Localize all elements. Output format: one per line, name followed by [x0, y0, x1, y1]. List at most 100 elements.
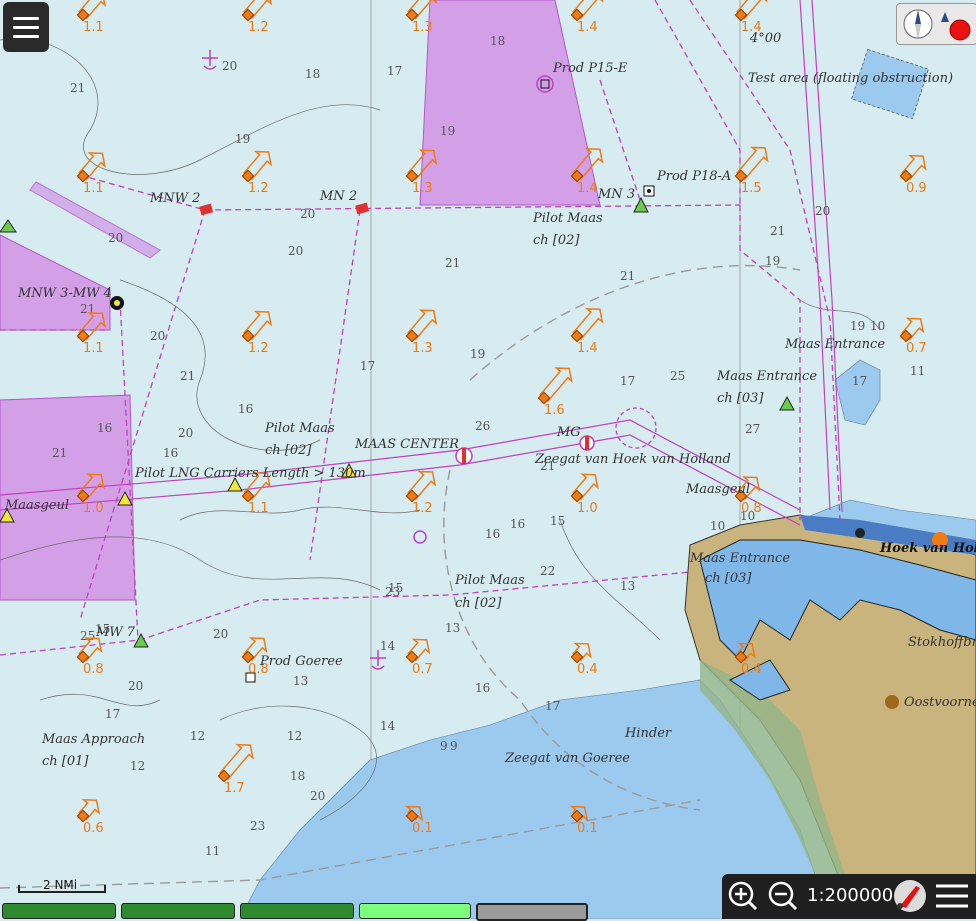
depth-sounding: 11 [910, 364, 925, 378]
current-speed-label: 0.6 [83, 821, 104, 836]
map-toolbar: 1:200000 [722, 874, 976, 919]
depth-sounding: 12 [287, 729, 302, 743]
label-maasgeul: Maasgeul [4, 498, 69, 513]
label-test-area: Test area (floating obstruction) [748, 71, 953, 86]
depth-sounding: 25 [80, 629, 95, 643]
depth-sounding: 18 [290, 769, 305, 783]
depth-sounding: 19 [440, 124, 455, 138]
current-speed-label: 0.4 [741, 662, 762, 677]
compass-control[interactable] [896, 3, 976, 45]
scale-bar: 2 NMi [18, 878, 106, 896]
label-maasappch: ch [01] [42, 754, 89, 769]
label-lon: 4°00 [749, 31, 781, 46]
current-speed-label: 0.1 [412, 821, 433, 836]
depth-sounding: 17 [620, 374, 635, 388]
depth-sounding: 21 [770, 224, 785, 238]
label-mnw2: MNW 2 [149, 191, 200, 206]
label-pilot3: Pilot Maas [454, 573, 525, 588]
tab-5[interactable] [476, 903, 588, 921]
depth-sounding: 16 [97, 421, 112, 435]
depth-sounding: 19 [850, 319, 865, 333]
depth-sounding: 21 [620, 269, 635, 283]
depth-sounding: 10 [710, 519, 725, 533]
current-speed-label: 1.0 [577, 501, 598, 516]
menu-lines-icon[interactable] [936, 884, 968, 908]
record-icon[interactable] [949, 19, 971, 41]
current-speed-label: 1.5 [741, 181, 762, 196]
current-speed-label: 1.3 [412, 181, 433, 196]
depth-sounding: 14 [380, 719, 396, 733]
depth-sounding: 27 [745, 422, 760, 436]
depth-sounding: 16 [238, 402, 253, 416]
current-speed-label: 1.1 [83, 341, 104, 356]
label-maascenter: MAAS CENTER [354, 437, 459, 452]
depth-sounding: 23 [250, 819, 265, 833]
depth-sounding: 20 [150, 329, 165, 343]
compass-icon[interactable] [903, 9, 933, 39]
current-speed-label: 1.1 [248, 501, 269, 516]
depth-sounding: 17 [387, 64, 402, 78]
depth-sounding: 13 [293, 674, 308, 688]
depth-sounding: 20 [128, 679, 143, 693]
tab-4[interactable] [359, 903, 471, 919]
label-prod-p18a: Prod P18-A [656, 169, 731, 184]
depth-sounding: 17 [360, 359, 375, 373]
scale-readout: 1:200000 [807, 885, 894, 906]
tab-1[interactable] [2, 903, 116, 919]
depth-sounding: 20 [178, 426, 193, 440]
tab-2[interactable] [121, 903, 235, 919]
depth-sounding: 9 [440, 739, 448, 753]
nautical-chart[interactable]: 18 17 18 20 21 19 19 20 20 20 21 19 21 21 20 21 17 17 16 16… [0, 0, 976, 919]
scale-bar-line [18, 885, 106, 893]
tab-3[interactable] [240, 903, 354, 919]
depth-sounding: 16 [510, 517, 525, 531]
label-zeegatgoeree: Zeegat van Goeree [504, 751, 630, 766]
current-speed-label: 1.2 [248, 181, 269, 196]
current-speed-label: 1.7 [224, 781, 245, 796]
route-icon[interactable] [894, 880, 926, 912]
label-prodgoeree: Prod Goeree [259, 654, 343, 669]
depth-sounding: 15 [388, 581, 403, 595]
depth-sounding: 20 [300, 207, 315, 221]
current-speed-label: 0.8 [741, 501, 762, 516]
label-pilot2ch: ch [02] [265, 443, 312, 458]
label-pilotlng: Pilot LNG Carriers Length > 130m [134, 466, 366, 481]
label-pilot1ch: ch [02] [533, 233, 580, 248]
label-maasent1: Maas Entrance [784, 337, 885, 352]
depth-sounding: 21 [180, 369, 195, 383]
depth-sounding: 17 [852, 374, 867, 388]
zoom-in-icon[interactable] [728, 881, 758, 911]
current-speed-label: 0.1 [577, 821, 598, 836]
depth-sounding: 21 [52, 446, 67, 460]
current-speed-label: 1.1 [83, 181, 104, 196]
label-maasent2: Maas Entrance [716, 369, 817, 384]
label-prod-p15e: Prod P15-E [552, 61, 628, 76]
depth-sounding: 22 [540, 564, 555, 578]
label-mn2: MN 2 [319, 189, 357, 204]
menu-button[interactable] [3, 2, 49, 52]
depth-sounding: 16 [485, 527, 500, 541]
current-speed-label: 1.1 [83, 20, 104, 35]
current-speed-label: 1.0 [83, 501, 104, 516]
depth-sounding: 9 [450, 739, 458, 753]
depth-sounding: 21 [445, 256, 460, 270]
depth-sounding: 19 [765, 254, 780, 268]
depth-sounding: 17 [105, 707, 120, 721]
label-hinder: Hinder [624, 726, 672, 741]
depth-sounding: 18 [305, 67, 320, 81]
depth-sounding: 21 [70, 81, 85, 95]
label-maasgeul2: Maasgeul [685, 482, 750, 497]
depth-sounding: 20 [108, 231, 123, 245]
label-mg: MG [556, 425, 581, 440]
label-maasent3ch: ch [03] [705, 571, 752, 586]
depth-sounding: 20 [310, 789, 325, 803]
depth-sounding: 20 [213, 627, 228, 641]
current-speed-label: 0.7 [906, 341, 927, 356]
label-mnw3: MNW 3-MW 4 [17, 286, 112, 301]
label-maasent2ch: ch [03] [717, 391, 764, 406]
label-pilot3ch: ch [02] [455, 596, 502, 611]
zoom-out-icon[interactable] [768, 881, 798, 911]
current-speed-label: 1.4 [577, 341, 598, 356]
current-speed-label: 1.2 [412, 501, 433, 516]
label-maasapp: Maas Approach [41, 732, 145, 747]
